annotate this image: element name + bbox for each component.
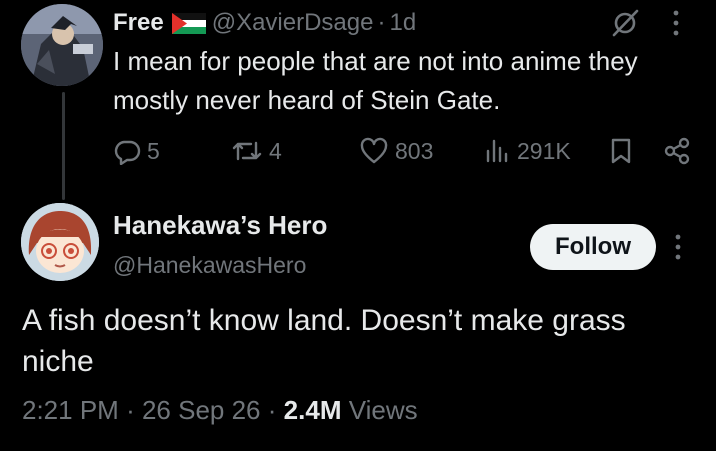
post-date[interactable]: 26 Sep 26 [142, 395, 261, 425]
reply-handle[interactable]: @XavierDsage [212, 9, 374, 37]
follow-button[interactable]: Follow [530, 224, 656, 270]
share-icon [664, 137, 690, 165]
post-views-count: 2.4M [283, 395, 342, 425]
main-display-name[interactable]: Hanekawa’s Hero [113, 210, 327, 241]
bookmark-icon [611, 138, 631, 164]
grok-icon[interactable] [610, 8, 640, 38]
reply-action-bar: 5 4 803 291K [113, 133, 693, 169]
palestine-flag-icon [171, 12, 206, 34]
post-metadata: 2:21 PM · 26 Sep 26 · 2.4M Views [22, 395, 418, 426]
repost-button[interactable]: 4 [231, 133, 282, 169]
reply-count: 5 [147, 137, 160, 164]
avatar-image [21, 4, 103, 86]
post-time[interactable]: 2:21 PM [22, 395, 119, 425]
meta-dot: · [267, 395, 277, 425]
reply-separator: · [377, 9, 386, 36]
reply-display-name[interactable]: Free [113, 9, 164, 37]
thread-connector-line [62, 92, 65, 200]
reply-timestamp[interactable]: 1d [389, 9, 416, 37]
like-button[interactable]: 803 [359, 133, 433, 169]
meta-dot: · [126, 395, 135, 425]
main-author-avatar[interactable] [21, 203, 99, 281]
reply-header: Free @XavierDsage · 1d [113, 6, 416, 40]
views-button[interactable]: 291K [483, 133, 571, 169]
like-count: 803 [395, 137, 434, 164]
views-count: 291K [517, 137, 571, 164]
main-post-text: A fish doesn’t know land. Doesn’t make g… [22, 304, 626, 378]
avatar-image [21, 203, 99, 281]
reply-more-icon[interactable] [668, 8, 684, 38]
reply-icon [114, 140, 141, 165]
post-views-label: Views [348, 395, 418, 425]
repost-icon [232, 141, 262, 161]
reply-text: I mean for people that are not into anim… [113, 46, 638, 115]
views-icon [486, 139, 508, 163]
share-button[interactable] [663, 133, 691, 169]
main-handle[interactable]: @HanekawasHero [113, 252, 306, 279]
like-icon [360, 137, 388, 164]
reply-button[interactable]: 5 [113, 133, 160, 169]
reply-author-avatar[interactable] [21, 4, 103, 86]
bookmark-button[interactable] [609, 133, 633, 169]
repost-count: 4 [269, 137, 282, 164]
main-more-icon[interactable] [670, 231, 686, 263]
